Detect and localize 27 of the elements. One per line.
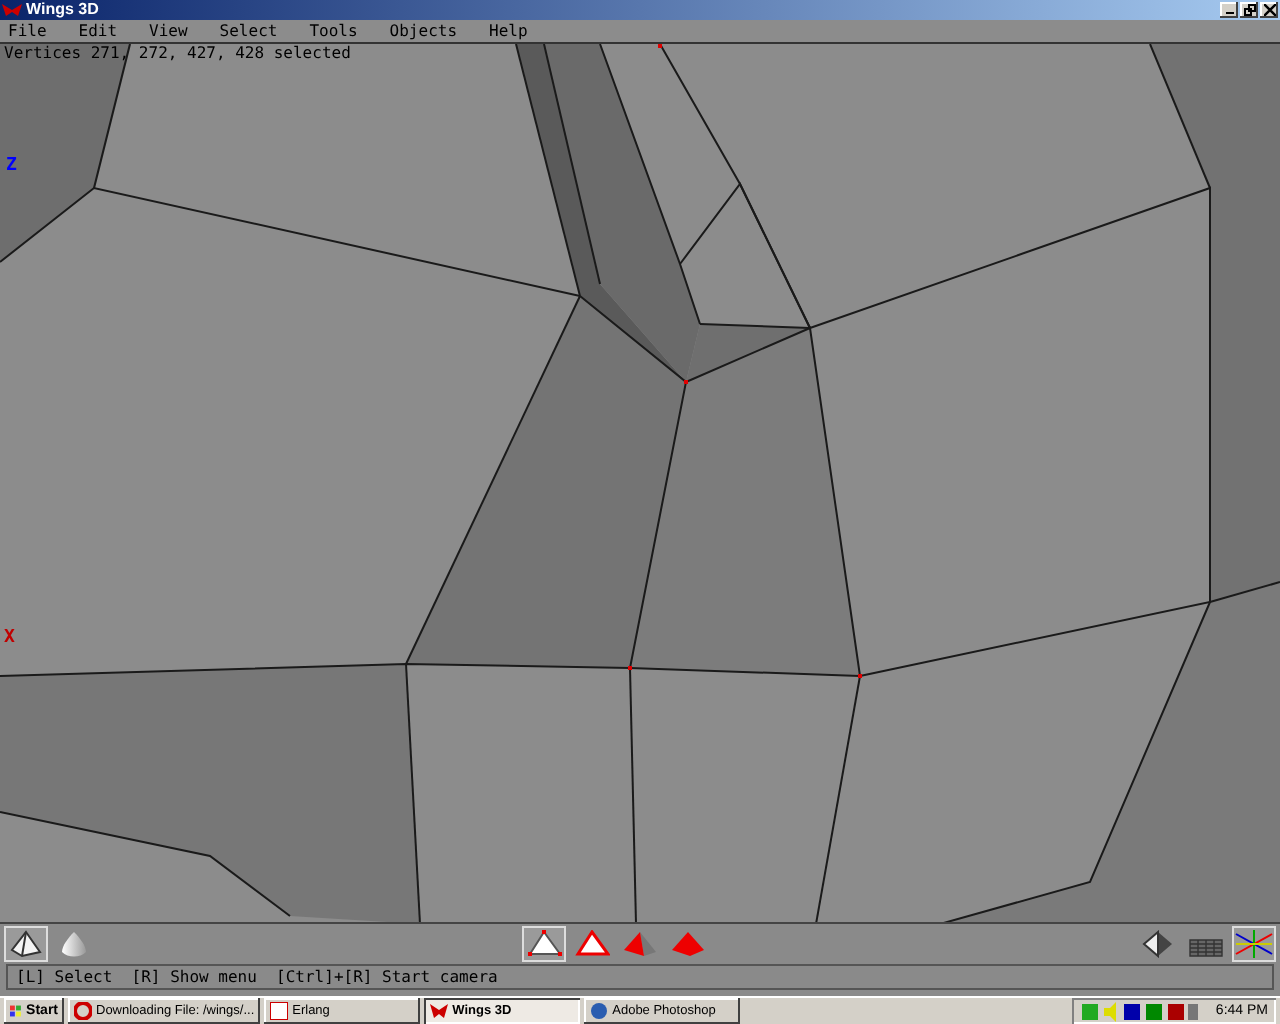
axes-button[interactable]	[1232, 926, 1276, 963]
menu-item[interactable]: File	[8, 20, 47, 42]
vertex-select-button[interactable]	[522, 926, 566, 963]
menu-item[interactable]: Select	[219, 20, 278, 42]
axis-label: X	[4, 628, 15, 648]
menu-item[interactable]: Edit	[78, 20, 118, 42]
document-icon	[270, 1002, 289, 1020]
menu-item[interactable]: Tools	[309, 20, 358, 42]
status-bar: [L] Select [R] Show menu [Ctrl]+[R] Start camera	[6, 964, 1274, 990]
menu-item[interactable]: Help	[489, 20, 528, 42]
wireframe-button[interactable]	[4, 926, 48, 963]
menu-item[interactable]: View	[149, 20, 188, 42]
viewport[interactable]: Vertices 271, 272, 427, 428 selected Z X	[0, 44, 1280, 923]
flag-icon	[10, 1002, 23, 1020]
restore-icon	[1243, 4, 1255, 16]
menu-item[interactable]: Objects	[389, 20, 458, 42]
ring-icon	[74, 1002, 92, 1020]
close-button[interactable]	[1260, 2, 1278, 18]
axis-label: Z	[6, 156, 17, 176]
wings-icon	[430, 1002, 449, 1020]
globe-icon	[590, 1002, 609, 1020]
selection-info: Vertices 271, 272, 427, 428 selected	[4, 44, 351, 64]
close-icon	[1263, 4, 1275, 16]
minimize-button[interactable]	[1220, 2, 1238, 18]
tray-icons[interactable]	[1079, 1001, 1200, 1021]
window-title: Wings 3D	[26, 0, 99, 20]
restore-button[interactable]	[1240, 2, 1258, 18]
